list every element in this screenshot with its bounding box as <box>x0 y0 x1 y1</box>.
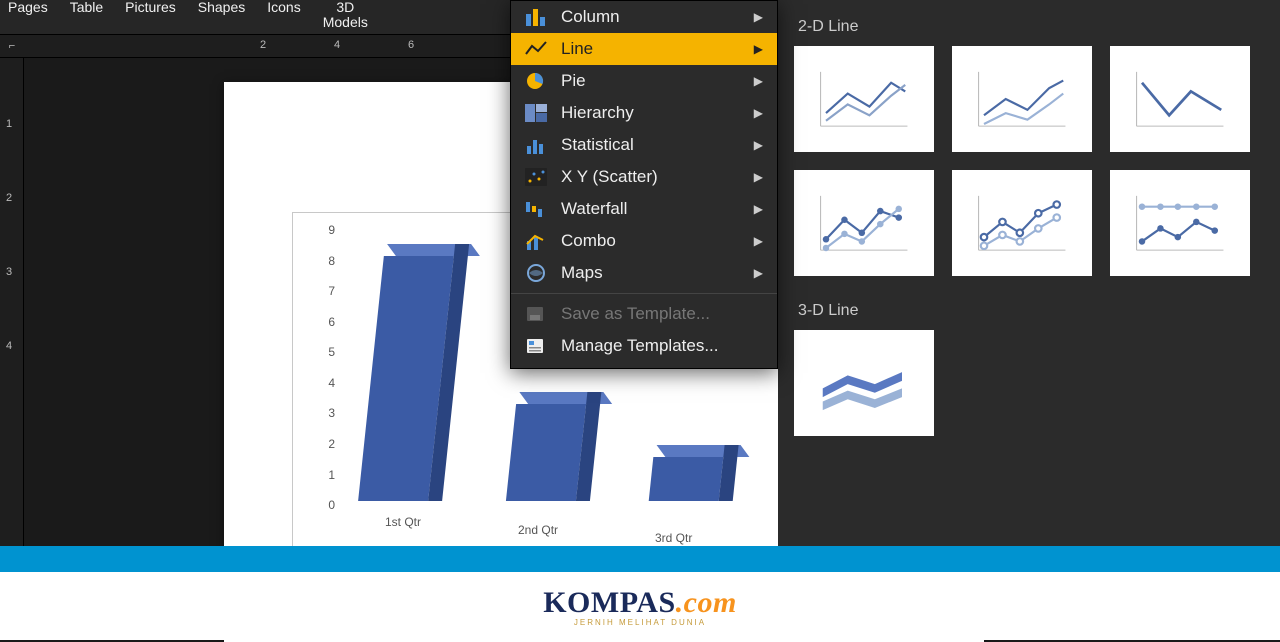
submenu-heading-3d: 3-D Line <box>798 302 1264 320</box>
submenu-heading-2d: 2-D Line <box>798 18 1264 36</box>
line-chart-option-5[interactable] <box>952 170 1092 276</box>
manage-templates-icon <box>525 337 547 355</box>
chart-x-label: 3rd Qtr <box>655 531 692 545</box>
chevron-right-icon: ▶ <box>754 10 763 24</box>
menu-column[interactable]: Column▶ <box>511 1 777 33</box>
brand-footer: KOMPAS.com JERNIH MELIHAT DUNIA <box>0 546 1280 640</box>
hierarchy-chart-icon <box>525 104 547 122</box>
menu-waterfall[interactable]: Waterfall▶ <box>511 193 777 225</box>
line-chart-icon <box>525 40 547 58</box>
combo-chart-icon <box>525 232 547 250</box>
ribbon-shapes[interactable]: Shapes <box>198 0 245 15</box>
ruler-origin-icon: ⌐ <box>0 40 24 52</box>
chart-x-label: 1st Qtr <box>385 515 421 529</box>
vertical-ruler: 1 2 3 4 <box>0 58 24 546</box>
chevron-right-icon: ▶ <box>754 234 763 248</box>
line-chart-option-3[interactable] <box>1110 46 1250 152</box>
maps-chart-icon <box>525 264 547 282</box>
scatter-chart-icon <box>525 168 547 186</box>
line-chart-option-6[interactable] <box>1110 170 1250 276</box>
brand-logo: KOMPAS.com <box>543 586 737 620</box>
statistical-chart-icon <box>525 136 547 154</box>
chevron-right-icon: ▶ <box>754 170 763 184</box>
ribbon-icons[interactable]: Icons <box>267 0 300 15</box>
chart-type-menu: Column▶ Line▶ Pie▶ Hierarchy▶ Statistica… <box>510 0 778 369</box>
chevron-right-icon: ▶ <box>754 266 763 280</box>
save-template-icon <box>525 305 547 323</box>
menu-hierarchy[interactable]: Hierarchy▶ <box>511 97 777 129</box>
menu-scatter[interactable]: X Y (Scatter)▶ <box>511 161 777 193</box>
menu-statistical[interactable]: Statistical▶ <box>511 129 777 161</box>
ribbon-table[interactable]: Table <box>70 0 103 15</box>
ribbon-pictures[interactable]: Pictures <box>125 0 176 15</box>
chevron-right-icon: ▶ <box>754 138 763 152</box>
brand-tagline: JERNIH MELIHAT DUNIA <box>574 618 706 627</box>
line-chart-option-1[interactable] <box>794 46 934 152</box>
chevron-right-icon: ▶ <box>754 42 763 56</box>
line-chart-option-2[interactable] <box>952 46 1092 152</box>
column-chart-icon <box>525 8 547 26</box>
line-chart-option-4[interactable] <box>794 170 934 276</box>
pie-chart-icon <box>525 72 547 90</box>
chevron-right-icon: ▶ <box>754 74 763 88</box>
chart-y-axis: 9 8 7 6 5 4 3 2 1 0 <box>315 223 335 501</box>
menu-pie[interactable]: Pie▶ <box>511 65 777 97</box>
menu-manage-templates[interactable]: Manage Templates... <box>511 330 777 362</box>
waterfall-chart-icon <box>525 200 547 218</box>
chevron-right-icon: ▶ <box>754 106 763 120</box>
ribbon-pages[interactable]: Pages <box>8 0 48 15</box>
menu-maps[interactable]: Maps▶ <box>511 257 777 289</box>
menu-combo[interactable]: Combo▶ <box>511 225 777 257</box>
ribbon-3d-models[interactable]: 3DModels <box>323 0 368 31</box>
menu-line[interactable]: Line▶ <box>511 33 777 65</box>
menu-save-template: Save as Template... <box>511 298 777 330</box>
chevron-right-icon: ▶ <box>754 202 763 216</box>
chart-x-label: 2nd Qtr <box>518 523 558 537</box>
line-chart-submenu: 2-D Line 3-D Line <box>778 0 1280 546</box>
line-chart-3d-option-1[interactable] <box>794 330 934 436</box>
